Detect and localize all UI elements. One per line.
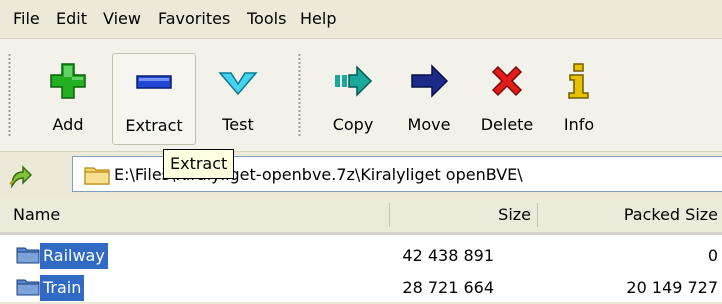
table-row[interactable]: Train 28 721 664 20 149 727 — [0, 272, 722, 304]
delete-button[interactable]: Delete — [469, 53, 545, 145]
row-name[interactable]: Railway — [40, 243, 108, 269]
row-packed-size: 0 — [707, 246, 718, 265]
copy-arrow-icon — [335, 65, 373, 97]
toolbar-grip-2[interactable] — [298, 53, 301, 137]
info-label: Info — [563, 115, 595, 134]
row-name[interactable]: Train — [40, 275, 85, 301]
column-divider[interactable] — [537, 203, 538, 227]
toolbar-grip[interactable] — [8, 53, 11, 137]
move-arrow-icon — [411, 64, 449, 98]
menu-bar: File Edit View Favorites Tools Help — [0, 0, 722, 39]
test-label: Test — [222, 115, 254, 134]
row-packed-size: 20 149 727 — [626, 278, 718, 297]
add-button[interactable]: Add — [38, 53, 98, 145]
add-label: Add — [52, 115, 84, 134]
row-size: 28 721 664 — [402, 278, 494, 297]
extract-button[interactable]: Extract — [112, 53, 196, 145]
menu-tools[interactable]: Tools — [247, 9, 286, 29]
plus-icon — [50, 63, 86, 99]
move-label: Move — [407, 115, 451, 134]
extract-tooltip: Extract — [163, 149, 235, 179]
menu-edit[interactable]: Edit — [56, 9, 87, 29]
up-folder-icon[interactable] — [8, 162, 34, 188]
info-icon — [568, 63, 589, 99]
menu-help[interactable]: Help — [300, 9, 336, 29]
delete-label: Delete — [480, 115, 534, 134]
column-packed-size[interactable]: Packed Size — [624, 204, 718, 226]
menu-favorites[interactable]: Favorites — [158, 9, 230, 29]
menu-view[interactable]: View — [103, 9, 141, 29]
table-row[interactable]: Railway 42 438 891 0 — [0, 240, 722, 272]
column-name[interactable]: Name — [13, 204, 60, 226]
column-divider[interactable] — [389, 203, 390, 227]
test-button[interactable]: Test — [200, 53, 276, 145]
copy-button[interactable]: Copy — [318, 53, 388, 145]
extract-label: Extract — [125, 116, 183, 135]
address-bar: E:\Files\Kiralyliget-openbve.7z\Kiralyli… — [0, 151, 722, 197]
toolbar: Add Extract Test Copy Move Delete Info — [0, 39, 722, 151]
file-list[interactable]: Name Size Packed Size Railway 42 438 891… — [0, 197, 722, 302]
folder-icon — [16, 247, 40, 264]
row-size: 42 438 891 — [402, 246, 494, 265]
copy-label: Copy — [332, 115, 374, 134]
column-header: Name Size Packed Size — [0, 197, 722, 235]
menu-file[interactable]: File — [13, 9, 40, 29]
folder-icon — [84, 167, 110, 185]
info-button[interactable]: Info — [552, 53, 606, 145]
folder-icon — [16, 279, 40, 296]
minus-icon — [136, 75, 172, 89]
move-button[interactable]: Move — [394, 53, 464, 145]
column-size[interactable]: Size — [498, 204, 531, 226]
checkmark-icon — [218, 72, 258, 96]
delete-x-icon — [491, 65, 523, 97]
